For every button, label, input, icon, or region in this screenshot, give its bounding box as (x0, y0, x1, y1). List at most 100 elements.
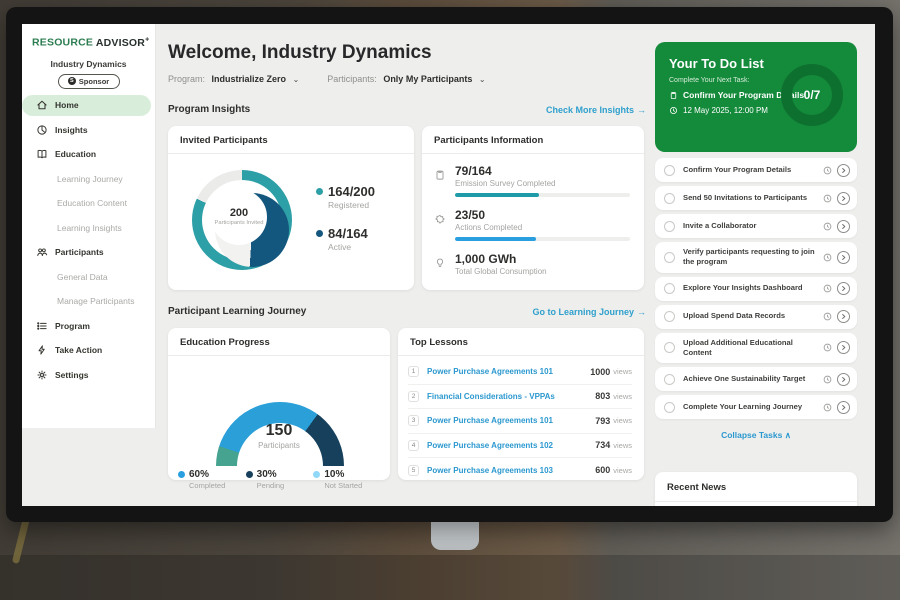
lesson-row: 1 Power Purchase Agreements 101 1000 vie… (408, 360, 632, 385)
task-open-button[interactable] (837, 341, 850, 354)
legend-item-not-started: 10% Not Started (313, 469, 380, 490)
todo-title: Your To Do List (655, 42, 857, 71)
task-open-button[interactable] (837, 220, 850, 233)
emission-progress-bar (455, 193, 630, 197)
invited-participants-card: Invited Participants 200 Participants In… (168, 126, 414, 290)
rank-badge: 5 (408, 465, 419, 476)
clipboard-icon (669, 91, 678, 100)
lesson-row: 3 Power Purchase Agreements 101 793 view… (408, 409, 632, 434)
legend-dot (316, 230, 323, 237)
learning-journey-header: Participant Learning Journey Go to Learn… (168, 306, 646, 317)
checkbox[interactable] (664, 283, 675, 294)
go-to-learning-journey-link[interactable]: Go to Learning Journey→ (532, 307, 646, 317)
program-insights-header: Program Insights Check More Insights→ (168, 104, 646, 115)
sidebar: RESOURCE ADVISOR+ Industry Dynamics S Sp… (22, 24, 156, 428)
sidebar-item-program[interactable]: Program (22, 315, 155, 336)
sidebar-item-education-content[interactable]: Education Content (22, 193, 155, 214)
clock-icon (823, 375, 832, 384)
legend-item-registered: 164/200 Registered (316, 184, 375, 210)
checkbox[interactable] (664, 193, 675, 204)
participants-filter[interactable]: Participants: Only My Participants ⌄ (327, 74, 485, 84)
program-filter[interactable]: Program: Industrialize Zero ⌄ (168, 74, 299, 84)
sponsor-badge[interactable]: S Sponsor (58, 74, 120, 89)
bar-fill (455, 193, 539, 197)
chevron-up-icon: ∧ (785, 430, 791, 440)
lesson-link[interactable]: Power Purchase Agreements 101 (427, 416, 595, 425)
sidebar-item-home[interactable]: Home (22, 95, 151, 116)
task-open-button[interactable] (837, 164, 850, 177)
sidebar-item-take-action[interactable]: Take Action (22, 340, 155, 361)
task-achieve-sustainability-target[interactable]: Achieve One Sustainability Target (655, 367, 857, 391)
org-name: Industry Dynamics (22, 59, 155, 69)
sidebar-item-manage-participants[interactable]: Manage Participants (22, 291, 155, 312)
clock-icon (823, 312, 832, 321)
checkbox[interactable] (664, 374, 675, 385)
main-content: Welcome, Industry Dynamics Program: Indu… (166, 24, 646, 506)
clock-icon (823, 403, 832, 412)
task-open-button[interactable] (837, 192, 850, 205)
checkbox[interactable] (664, 402, 675, 413)
education-progress-card: Education Progress 150 Participants 60% … (168, 328, 390, 480)
sidebar-item-learning-insights[interactable]: Learning Insights (22, 217, 155, 238)
task-invite-collaborator[interactable]: Invite a Collaborator (655, 214, 857, 238)
collapse-tasks-link[interactable]: Collapse Tasks ∧ (655, 430, 857, 441)
legend-item-pending: 30% Pending (246, 469, 313, 490)
task-open-button[interactable] (837, 373, 850, 386)
lesson-link[interactable]: Financial Considerations - VPPAs (427, 392, 595, 401)
top-lessons-card: Top Lessons 1 Power Purchase Agreements … (398, 328, 644, 480)
checkbox[interactable] (664, 221, 675, 232)
legend-item-active: 84/164 Active (316, 226, 375, 252)
card-title: Education Progress (168, 328, 390, 356)
bar-fill (455, 237, 536, 241)
checkbox[interactable] (664, 311, 675, 322)
checkbox[interactable] (664, 165, 675, 176)
task-complete-learning-journey[interactable]: Complete Your Learning Journey (655, 395, 857, 419)
section-title: Program Insights (168, 104, 250, 115)
sidebar-item-learning-journey[interactable]: Learning Journey (22, 168, 155, 189)
task-open-button[interactable] (837, 251, 850, 264)
task-confirm-program-details[interactable]: Confirm Your Program Details (655, 158, 857, 182)
gauge-legend: 60% Completed 30% Pending 10% Not Starte… (178, 469, 380, 490)
donut-center-value: 200 (230, 207, 248, 219)
checkbox[interactable] (664, 252, 675, 263)
actions-progress-bar (455, 237, 630, 241)
checkbox[interactable] (664, 342, 675, 353)
lesson-link[interactable]: Power Purchase Agreements 103 (427, 466, 595, 475)
lesson-link[interactable]: Power Purchase Agreements 102 (427, 441, 595, 450)
todo-task-list: Confirm Your Program Details Send 50 Inv… (655, 158, 857, 441)
todo-summary-card: Your To Do List Complete Your Next Task:… (655, 42, 857, 152)
recent-news-card: Recent News (655, 472, 857, 506)
card-title: Participants Information (422, 126, 644, 154)
list-icon (36, 320, 48, 332)
task-open-button[interactable] (837, 310, 850, 323)
sidebar-item-participants[interactable]: Participants (22, 242, 155, 263)
check-more-insights-link[interactable]: Check More Insights→ (546, 105, 646, 115)
gauge-center-label: Participants (168, 441, 390, 450)
sidebar-item-insights[interactable]: Insights (22, 119, 155, 140)
sidebar-item-education[interactable]: Education (22, 144, 155, 165)
task-verify-participants[interactable]: Verify participants requesting to join t… (655, 242, 857, 273)
task-send-invitations[interactable]: Send 50 Invitations to Participants (655, 186, 857, 210)
clock-icon (823, 222, 832, 231)
desk-shadow (0, 555, 900, 600)
rank-badge: 3 (408, 415, 419, 426)
card-title: Top Lessons (398, 328, 644, 356)
sidebar-item-settings[interactable]: Settings (22, 364, 155, 385)
task-upload-educational-content[interactable]: Upload Additional Educational Content (655, 333, 857, 364)
clock-icon (823, 253, 832, 262)
lesson-link[interactable]: Power Purchase Agreements 101 (427, 367, 590, 376)
donut-center-label: Participants Invited (215, 220, 264, 227)
home-icon (36, 99, 48, 111)
task-upload-spend-data[interactable]: Upload Spend Data Records (655, 305, 857, 329)
insights-icon (36, 124, 48, 136)
arrow-right-icon: → (637, 105, 646, 115)
gear-icon (36, 369, 48, 381)
actions-completed-row: 23/50 Actions Completed (434, 208, 630, 241)
clock-icon (823, 194, 832, 203)
rank-badge: 2 (408, 391, 419, 402)
sidebar-item-general-data[interactable]: General Data (22, 266, 155, 287)
task-explore-insights[interactable]: Explore Your Insights Dashboard (655, 277, 857, 301)
legend-dot (313, 471, 320, 478)
task-open-button[interactable] (837, 282, 850, 295)
task-open-button[interactable] (837, 401, 850, 414)
